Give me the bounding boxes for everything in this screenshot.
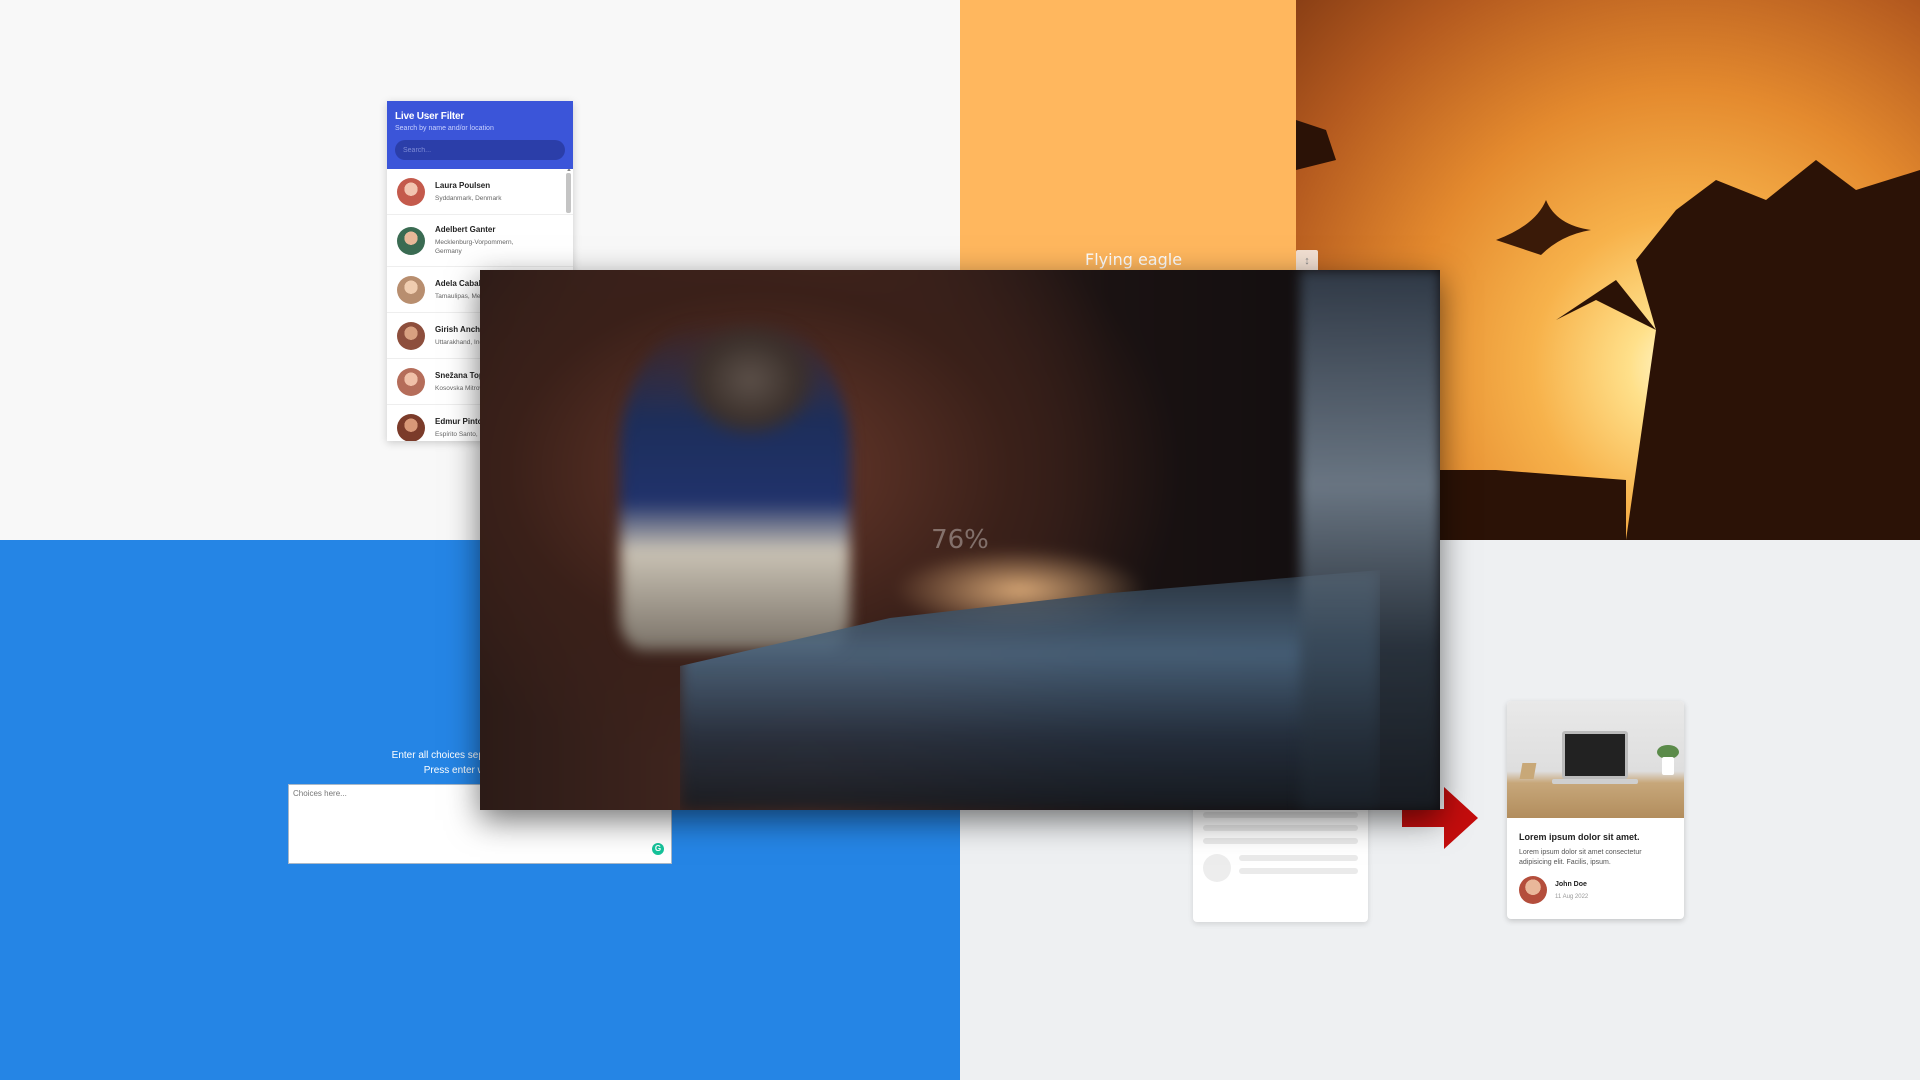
user-name: Adelbert Ganter — [435, 225, 496, 234]
user-name: Laura Poulsen — [435, 180, 491, 190]
skeleton-card — [1193, 800, 1368, 922]
avatar — [397, 226, 425, 255]
laptop-icon — [1562, 731, 1628, 779]
filter-header: Live User Filter Search by name and/or l… — [387, 101, 573, 169]
avatar — [397, 321, 425, 350]
list-item[interactable]: Adelbert Ganter Mecklenburg-Vorpommern, … — [387, 215, 573, 267]
user-location: Syddanmark, Denmark — [435, 194, 502, 202]
eagle-icon — [1496, 200, 1591, 255]
loading-image-overlay: 76% — [480, 270, 1440, 810]
user-location: Mecklenburg-Vorpommern, Germany — [435, 239, 514, 255]
avatar — [397, 413, 425, 441]
progress-label: 76% — [931, 525, 989, 555]
avatar — [397, 177, 425, 206]
blog-card[interactable]: Lorem ipsum dolor sit amet. Lorem ipsum … — [1507, 701, 1684, 919]
compare-slider-handle[interactable]: ↕ — [1296, 250, 1318, 272]
plant-icon — [1662, 757, 1674, 775]
eagle-caption: Flying eagle — [1085, 250, 1183, 269]
avatar — [1519, 876, 1547, 904]
filter-subtitle: Search by name and/or location — [395, 125, 494, 132]
avatar — [397, 275, 425, 304]
grammarly-icon[interactable]: G — [652, 843, 664, 855]
avatar — [397, 367, 425, 396]
list-item[interactable]: Laura Poulsen Syddanmark, Denmark — [387, 169, 573, 215]
author-date: 11 Aug 2022 — [1555, 893, 1589, 900]
scroll-up-icon[interactable]: ▲ — [566, 169, 572, 173]
author-name: John Doe — [1555, 880, 1587, 888]
blog-title: Lorem ipsum dolor sit amet. — [1519, 832, 1640, 842]
blog-text: Lorem ipsum dolor sit amet consectetur a… — [1519, 849, 1642, 866]
filter-title: Live User Filter — [395, 111, 465, 122]
scrollbar[interactable] — [566, 173, 571, 213]
blog-author: John Doe 11 Aug 2022 — [1519, 876, 1672, 904]
search-input[interactable] — [395, 140, 565, 160]
blog-image — [1507, 701, 1684, 818]
